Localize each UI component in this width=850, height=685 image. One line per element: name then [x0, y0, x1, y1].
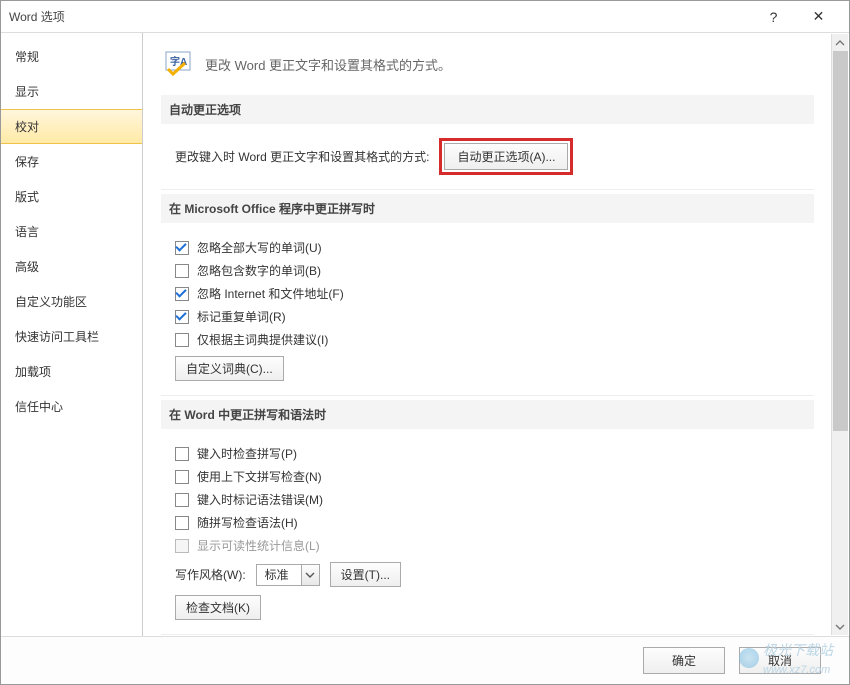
autocorrect-desc: 更改键入时 Word 更正文字和设置其格式的方式:: [175, 148, 429, 165]
autocorrect-options-button[interactable]: 自动更正选项(A)...: [444, 143, 568, 170]
category-sidebar: 常规 显示 校对 保存 版式 语言 高级 自定义功能区 快速访问工具栏 加载项 …: [1, 33, 143, 636]
checkbox-ignore-internet[interactable]: [175, 287, 189, 301]
content-pane: 字A 更改 Word 更正文字和设置其格式的方式。 自动更正选项 更改键入时 W…: [143, 33, 832, 636]
section-office-spell: 忽略全部大写的单词(U) 忽略包含数字的单词(B) 忽略 Internet 和文…: [161, 223, 814, 396]
sidebar-item-customize-ribbon[interactable]: 自定义功能区: [1, 284, 142, 319]
checkbox-check-typing[interactable]: [175, 447, 189, 461]
page-header: 字A 更改 Word 更正文字和设置其格式的方式。: [161, 41, 814, 91]
label-flag-repeat: 标记重复单词(R): [197, 308, 286, 325]
help-button[interactable]: ?: [751, 2, 796, 32]
checkbox-mark-grammar[interactable]: [175, 493, 189, 507]
section-word-spell-title: 在 Word 中更正拼写和语法时: [161, 400, 814, 429]
chevron-down-icon: [301, 565, 319, 585]
checkbox-main-dict-only[interactable]: [175, 333, 189, 347]
cancel-button[interactable]: 取消: [739, 647, 821, 674]
check-document-button[interactable]: 检查文档(K): [175, 595, 261, 620]
proofing-icon: 字A: [165, 51, 193, 77]
page-description: 更改 Word 更正文字和设置其格式的方式。: [205, 55, 451, 74]
label-readability: 显示可读性统计信息(L): [197, 537, 320, 554]
checkbox-readability: [175, 539, 189, 553]
writing-style-label: 写作风格(W):: [175, 566, 246, 583]
sidebar-item-language[interactable]: 语言: [1, 214, 142, 249]
section-autocorrect: 更改键入时 Word 更正文字和设置其格式的方式: 自动更正选项(A)...: [161, 124, 814, 190]
scroll-down-button[interactable]: [832, 618, 848, 635]
label-main-dict-only: 仅根据主词典提供建议(I): [197, 331, 328, 348]
sidebar-item-save[interactable]: 保存: [1, 144, 142, 179]
sidebar-item-display[interactable]: 显示: [1, 74, 142, 109]
sidebar-item-quick-access[interactable]: 快速访问工具栏: [1, 319, 142, 354]
options-dialog: Word 选项 ? ✕ 常规 显示 校对 保存 版式 语言 高级 自定义功能区 …: [0, 0, 850, 685]
sidebar-item-addins[interactable]: 加载项: [1, 354, 142, 389]
vertical-scrollbar[interactable]: [831, 34, 848, 635]
checkbox-ignore-uppercase[interactable]: [175, 241, 189, 255]
label-context-spell: 使用上下文拼写检查(N): [197, 468, 322, 485]
highlight-annotation: 自动更正选项(A)...: [439, 138, 573, 175]
checkbox-ignore-numbers[interactable]: [175, 264, 189, 278]
svg-text:字A: 字A: [170, 55, 187, 68]
label-ignore-uppercase: 忽略全部大写的单词(U): [197, 239, 322, 256]
scroll-track[interactable]: [832, 51, 848, 618]
writing-style-settings-button[interactable]: 设置(T)...: [330, 562, 401, 587]
checkbox-context-spell[interactable]: [175, 470, 189, 484]
section-word-spell: 键入时检查拼写(P) 使用上下文拼写检查(N) 键入时标记语法错误(M) 随拼写…: [161, 429, 814, 635]
label-ignore-numbers: 忽略包含数字的单词(B): [197, 262, 321, 279]
custom-dictionaries-button[interactable]: 自定义词典(C)...: [175, 356, 284, 381]
writing-style-value: 标准: [257, 566, 301, 583]
label-check-typing: 键入时检查拼写(P): [197, 445, 297, 462]
sidebar-item-layout[interactable]: 版式: [1, 179, 142, 214]
checkbox-flag-repeat[interactable]: [175, 310, 189, 324]
window-title: Word 选项: [9, 8, 751, 25]
close-button[interactable]: ✕: [796, 2, 841, 32]
sidebar-item-general[interactable]: 常规: [1, 39, 142, 74]
label-mark-grammar: 键入时标记语法错误(M): [197, 491, 323, 508]
label-ignore-internet: 忽略 Internet 和文件地址(F): [197, 285, 344, 302]
label-grammar-with-spell: 随拼写检查语法(H): [197, 514, 298, 531]
section-office-spell-title: 在 Microsoft Office 程序中更正拼写时: [161, 194, 814, 223]
sidebar-item-trust-center[interactable]: 信任中心: [1, 389, 142, 424]
ok-button[interactable]: 确定: [643, 647, 725, 674]
dialog-footer: 确定 取消: [1, 636, 849, 684]
section-autocorrect-title: 自动更正选项: [161, 95, 814, 124]
checkbox-grammar-with-spell[interactable]: [175, 516, 189, 530]
titlebar: Word 选项 ? ✕: [1, 1, 849, 33]
writing-style-select[interactable]: 标准: [256, 564, 320, 586]
scroll-thumb[interactable]: [833, 51, 848, 431]
sidebar-item-advanced[interactable]: 高级: [1, 249, 142, 284]
scroll-up-button[interactable]: [832, 34, 848, 51]
sidebar-item-proofing[interactable]: 校对: [1, 109, 142, 144]
